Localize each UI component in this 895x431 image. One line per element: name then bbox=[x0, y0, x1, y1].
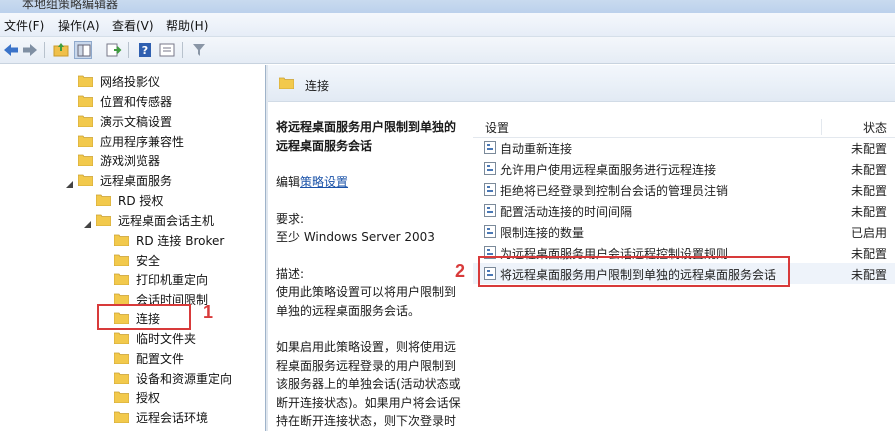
edit-policy-link[interactable]: 策略设置 bbox=[300, 175, 348, 189]
svg-text:?: ? bbox=[142, 44, 148, 57]
tree-node-printer-redirection[interactable]: 打印机重定向 bbox=[114, 269, 208, 289]
tree-node-rd-session-host[interactable]: 远程桌面会话主机 bbox=[96, 210, 214, 230]
policy-setting-icon bbox=[484, 141, 496, 154]
tree-node-location-sensors[interactable]: 位置和传感器 bbox=[78, 91, 172, 111]
collapse-arrow-icon[interactable] bbox=[66, 177, 73, 188]
folder-icon bbox=[114, 411, 129, 423]
folder-icon bbox=[78, 154, 93, 166]
tree-node-temp-folders[interactable]: 临时文件夹 bbox=[114, 328, 196, 348]
menu-view[interactable]: 查看(V) bbox=[112, 17, 154, 34]
policy-heading: 将远程桌面服务用户限制到单独的远程桌面服务会话 bbox=[276, 120, 457, 153]
list-item[interactable]: 允许用户使用远程桌面服务进行远程连接 未配置 bbox=[473, 158, 895, 179]
window-title: 本地组策略编辑器 bbox=[22, 0, 119, 11]
folder-icon bbox=[96, 214, 111, 226]
forward-icon[interactable] bbox=[21, 41, 39, 59]
folder-icon bbox=[96, 194, 111, 206]
menu-action[interactable]: 操作(A) bbox=[58, 17, 100, 34]
list-item[interactable]: 配置活动连接的时间间隔 未配置 bbox=[473, 200, 895, 221]
description-panel: 将远程桌面服务用户限制到单独的远程桌面服务会话 编辑策略设置 要求: 至少 Wi… bbox=[268, 102, 473, 431]
folder-icon bbox=[114, 352, 129, 364]
tree-node-app-compat[interactable]: 应用程序兼容性 bbox=[78, 131, 184, 151]
requirements-label: 要求: bbox=[276, 211, 305, 226]
tree-node-licensing[interactable]: 授权 bbox=[114, 387, 160, 407]
toolbar-separator bbox=[44, 42, 45, 58]
folder-icon bbox=[78, 174, 93, 186]
list-header: 设置 状态 bbox=[473, 116, 895, 138]
description-text-2: 如果启用此策略设置，则将使用远程桌面服务远程登录的用户限制到该服务器上的单独会话… bbox=[276, 340, 461, 428]
description-label: 描述: bbox=[276, 266, 305, 281]
requirements-value: 至少 Windows Server 2003 bbox=[276, 230, 435, 244]
annotation-number-2: 2 bbox=[455, 261, 466, 281]
annotation-box-1 bbox=[97, 304, 191, 330]
export-list-icon[interactable] bbox=[104, 41, 122, 59]
column-divider[interactable] bbox=[821, 119, 822, 135]
help-icon[interactable]: ? bbox=[136, 41, 154, 59]
list-item[interactable]: 限制连接的数量 已启用 bbox=[473, 221, 895, 242]
view-icon[interactable] bbox=[158, 41, 176, 59]
policy-setting-icon bbox=[484, 204, 496, 217]
tree-node-rd-licensing[interactable]: RD 授权 bbox=[96, 190, 163, 210]
tree-node-profiles[interactable]: 配置文件 bbox=[114, 348, 184, 368]
toolbar-separator bbox=[182, 42, 183, 58]
back-icon[interactable] bbox=[2, 41, 20, 59]
annotation-number-1: 1 bbox=[203, 302, 214, 322]
edit-policy-line: 编辑策略设置 bbox=[276, 173, 465, 192]
annotation-box-2 bbox=[478, 256, 790, 287]
description-text: 使用此策略设置可以将用户限制到单独的远程桌面服务会话。 bbox=[276, 285, 457, 318]
folder-icon bbox=[114, 372, 129, 384]
toolbar-separator bbox=[128, 42, 129, 58]
details-title: 连接 bbox=[305, 79, 330, 93]
title-bar: 本地组策略编辑器 bbox=[0, 0, 895, 13]
folder-icon bbox=[114, 234, 129, 246]
tree-node-network-projector[interactable]: 网络投影仪 bbox=[78, 71, 160, 91]
tree-node-security[interactable]: 安全 bbox=[114, 250, 160, 270]
column-header-setting[interactable]: 设置 bbox=[485, 119, 509, 136]
policy-tree: 网络投影仪 位置和传感器 演示文稿设置 应用程序兼容性 游戏浏览器 远程桌面服务… bbox=[0, 65, 266, 431]
folder-icon bbox=[78, 75, 93, 87]
folder-icon bbox=[78, 95, 93, 107]
list-item[interactable]: 自动重新连接 未配置 bbox=[473, 137, 895, 158]
folder-icon bbox=[114, 254, 129, 266]
tree-node-presentation-settings[interactable]: 演示文稿设置 bbox=[78, 111, 172, 131]
settings-list: 设置 状态 自动重新连接 未配置 允许用户使用远程桌面服务进行远程连接 未配置 … bbox=[473, 102, 895, 431]
menu-file[interactable]: 文件(F) bbox=[4, 17, 44, 34]
toolbar: ? bbox=[0, 37, 895, 64]
tree-node-rd-connection-broker[interactable]: RD 连接 Broker bbox=[114, 230, 224, 250]
folder-icon bbox=[78, 115, 93, 127]
edit-prefix: 编辑 bbox=[276, 175, 301, 189]
folder-icon bbox=[114, 332, 129, 344]
filter-icon[interactable] bbox=[190, 41, 208, 59]
details-pane: 连接 将远程桌面服务用户限制到单独的远程桌面服务会话 编辑策略设置 要求: 至少… bbox=[268, 65, 895, 431]
tree-node-remote-desktop-services[interactable]: 远程桌面服务 bbox=[78, 170, 172, 190]
policy-setting-icon bbox=[484, 225, 496, 238]
up-folder-icon[interactable] bbox=[52, 41, 70, 59]
tree-node-remote-session-env[interactable]: 远程会话环境 bbox=[114, 407, 208, 427]
folder-icon bbox=[114, 391, 129, 403]
policy-setting-icon bbox=[484, 162, 496, 175]
folder-icon bbox=[114, 273, 129, 285]
tree-node-game-explorer[interactable]: 游戏浏览器 bbox=[78, 150, 160, 170]
list-item[interactable]: 拒绝将已经登录到控制台会话的管理员注销 未配置 bbox=[473, 179, 895, 200]
folder-icon bbox=[278, 77, 295, 92]
menu-help[interactable]: 帮助(H) bbox=[166, 17, 208, 34]
column-header-state[interactable]: 状态 bbox=[863, 119, 887, 136]
menu-bar: 文件(F) 操作(A) 查看(V) 帮助(H) bbox=[0, 13, 895, 37]
folder-icon bbox=[78, 135, 93, 147]
policy-setting-icon bbox=[484, 183, 496, 196]
details-header: 连接 bbox=[268, 65, 895, 102]
collapse-arrow-icon[interactable] bbox=[84, 217, 91, 228]
tree-node-device-resource-redirection[interactable]: 设备和资源重定向 bbox=[114, 368, 232, 388]
show-hide-tree-icon[interactable] bbox=[74, 41, 92, 59]
